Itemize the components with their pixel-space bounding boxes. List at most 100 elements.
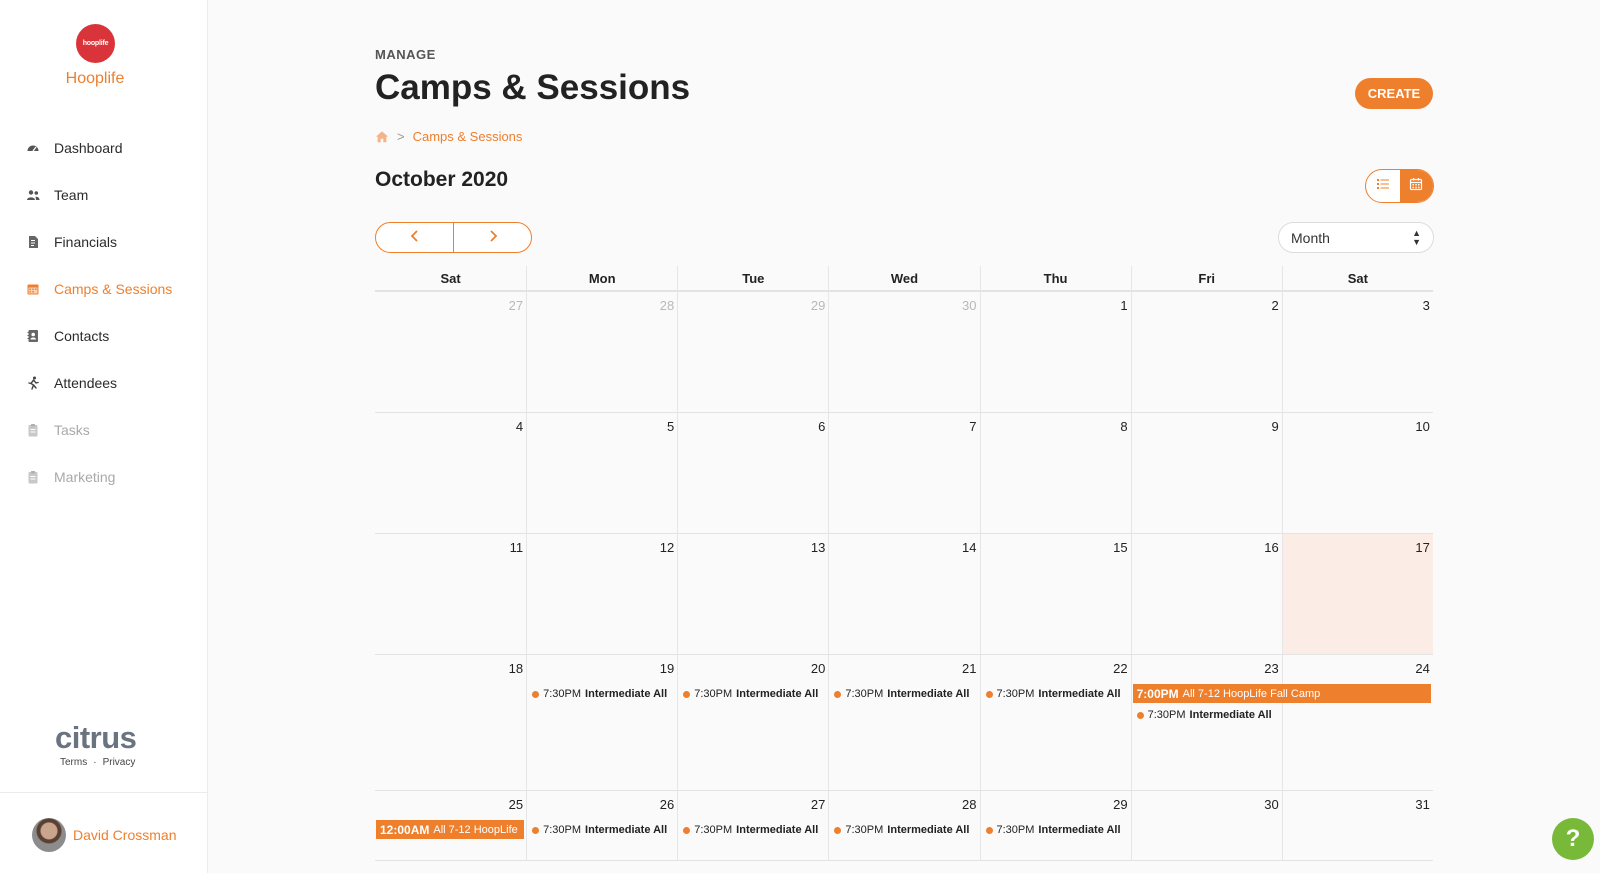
avatar[interactable] <box>32 818 66 852</box>
calendar-day[interactable]: 29 <box>677 292 828 412</box>
sidebar-item-team[interactable]: Team <box>0 171 208 218</box>
sidebar-item-contacts[interactable]: Contacts <box>0 312 208 359</box>
day-number[interactable]: 16 <box>1264 540 1278 555</box>
terms-link[interactable]: Terms <box>60 757 87 768</box>
day-number[interactable]: 17 <box>1415 540 1429 555</box>
help-button[interactable]: ? <box>1552 818 1594 860</box>
calendar-day[interactable]: 20 7:30PM Intermediate All <box>677 655 828 790</box>
day-number[interactable]: 30 <box>1264 797 1278 812</box>
prev-month-button[interactable] <box>376 223 453 252</box>
calendar-day-today[interactable]: 17 <box>1281 534 1433 654</box>
calendar-day[interactable]: 21 7:30PM Intermediate All <box>828 655 979 790</box>
calendar-day[interactable]: 10 <box>1281 413 1433 533</box>
calendar-event-bar[interactable]: 12:00AM All 7-12 HoopLife <box>376 820 525 839</box>
day-number[interactable]: 9 <box>1272 419 1279 434</box>
day-number[interactable]: 15 <box>1113 540 1127 555</box>
calendar-day[interactable]: 6 <box>677 413 828 533</box>
day-number[interactable]: 27 <box>509 298 523 313</box>
day-number[interactable]: 22 <box>1113 661 1127 676</box>
day-number[interactable]: 27 <box>811 797 825 812</box>
calendar-event[interactable]: 7:30PM Intermediate All <box>981 820 1131 840</box>
calendar-day[interactable]: 5 <box>526 413 677 533</box>
sidebar-item-tasks[interactable]: Tasks <box>0 406 208 453</box>
day-number[interactable]: 12 <box>660 540 674 555</box>
calendar-day[interactable]: 16 <box>1130 534 1282 654</box>
day-number[interactable]: 25 <box>509 797 523 812</box>
calendar-event[interactable]: 7:30PM Intermediate All <box>1132 705 1282 725</box>
day-number[interactable]: 24 <box>1415 661 1429 676</box>
day-number[interactable]: 10 <box>1415 419 1429 434</box>
day-number[interactable]: 29 <box>1113 797 1127 812</box>
calendar-day[interactable]: 9 <box>1130 413 1282 533</box>
calendar-day[interactable]: 13 <box>677 534 828 654</box>
list-view-button[interactable] <box>1366 170 1400 202</box>
user-name[interactable]: David Crossman <box>73 827 176 843</box>
calendar-day[interactable]: 2 <box>1130 292 1282 412</box>
day-number[interactable]: 6 <box>818 419 825 434</box>
calendar-event[interactable]: 7:30PM Intermediate All <box>829 820 979 840</box>
day-number[interactable]: 19 <box>660 661 674 676</box>
day-number[interactable]: 23 <box>1264 661 1278 676</box>
sidebar-item-financials[interactable]: Financials <box>0 218 208 265</box>
calendar-event[interactable]: 7:30PM Intermediate All <box>527 684 677 704</box>
calendar-view-button[interactable] <box>1399 170 1433 202</box>
day-number[interactable]: 26 <box>660 797 674 812</box>
calendar-event[interactable]: 7:30PM Intermediate All <box>678 820 828 840</box>
calendar-day[interactable]: 11 <box>375 534 526 654</box>
day-number[interactable]: 1 <box>1120 298 1127 313</box>
calendar-day[interactable]: 23 7:00PM All 7-12 HoopLife Fall Camp 7:30P… <box>1130 655 1431 790</box>
calendar-day[interactable]: 30 <box>828 292 979 412</box>
day-number[interactable]: 30 <box>962 298 976 313</box>
calendar-day[interactable]: 14 <box>828 534 979 654</box>
calendar-day[interactable]: 12 <box>526 534 677 654</box>
day-number[interactable]: 4 <box>516 419 523 434</box>
calendar-day[interactable]: 18 <box>375 655 526 790</box>
calendar-day[interactable]: 15 <box>979 534 1131 654</box>
day-number[interactable]: 18 <box>509 661 523 676</box>
sidebar-item-attendees[interactable]: Attendees <box>0 359 208 406</box>
calendar-day[interactable]: 24 <box>1281 655 1433 790</box>
day-number[interactable]: 13 <box>811 540 825 555</box>
calendar-day[interactable]: 3 <box>1281 292 1433 412</box>
calendar-event[interactable]: 7:30PM Intermediate All <box>527 820 677 840</box>
day-number[interactable]: 20 <box>811 661 825 676</box>
create-button[interactable]: CREATE <box>1355 78 1433 109</box>
calendar-day[interactable]: 7 <box>828 413 979 533</box>
day-number[interactable]: 21 <box>962 661 976 676</box>
day-number[interactable]: 8 <box>1120 419 1127 434</box>
calendar-day[interactable]: 31 <box>1281 791 1433 860</box>
calendar-event-bar[interactable]: 7:00PM All 7-12 HoopLife Fall Camp <box>1132 684 1431 703</box>
calendar-day[interactable]: 28 7:30PM Intermediate All <box>828 791 979 860</box>
day-number[interactable]: 11 <box>510 540 524 555</box>
day-number[interactable]: 3 <box>1423 298 1430 313</box>
calendar-day[interactable]: 30 <box>1130 791 1282 860</box>
user-profile[interactable]: David Crossman <box>32 818 176 852</box>
sidebar-item-marketing[interactable]: Marketing <box>0 453 208 500</box>
calendar-day[interactable]: 29 7:30PM Intermediate All <box>979 791 1131 860</box>
calendar-event[interactable]: 7:30PM Intermediate All <box>981 684 1131 704</box>
calendar-day[interactable]: 27 7:30PM Intermediate All <box>677 791 828 860</box>
view-select[interactable]: Month ▲ ▼ <box>1278 222 1434 253</box>
calendar-day[interactable]: 19 7:30PM Intermediate All <box>526 655 677 790</box>
day-number[interactable]: 14 <box>962 540 976 555</box>
hooplife-logo[interactable]: hooplife <box>76 24 115 63</box>
calendar-day[interactable]: 8 <box>979 413 1131 533</box>
privacy-link[interactable]: Privacy <box>103 757 136 768</box>
next-month-button[interactable] <box>453 223 531 252</box>
sidebar-item-dashboard[interactable]: Dashboard <box>0 124 208 171</box>
calendar-event[interactable]: 7:30PM Intermediate All <box>678 684 828 704</box>
calendar-day[interactable]: 26 7:30PM Intermediate All <box>526 791 677 860</box>
sidebar-item-camps-and-sessions[interactable]: Camps & Sessions <box>0 265 208 312</box>
home-icon[interactable] <box>375 130 389 144</box>
day-number[interactable]: 28 <box>660 298 674 313</box>
day-number[interactable]: 5 <box>667 419 674 434</box>
day-number[interactable]: 28 <box>962 797 976 812</box>
calendar-day[interactable]: 4 <box>375 413 526 533</box>
day-number[interactable]: 7 <box>969 419 976 434</box>
calendar-event[interactable]: 7:30PM Intermediate All <box>829 684 979 704</box>
calendar-day[interactable]: 27 <box>375 292 526 412</box>
day-number[interactable]: 31 <box>1415 797 1429 812</box>
day-number[interactable]: 2 <box>1272 298 1279 313</box>
calendar-day[interactable]: 1 <box>979 292 1131 412</box>
breadcrumb-current[interactable]: Camps & Sessions <box>413 129 523 144</box>
